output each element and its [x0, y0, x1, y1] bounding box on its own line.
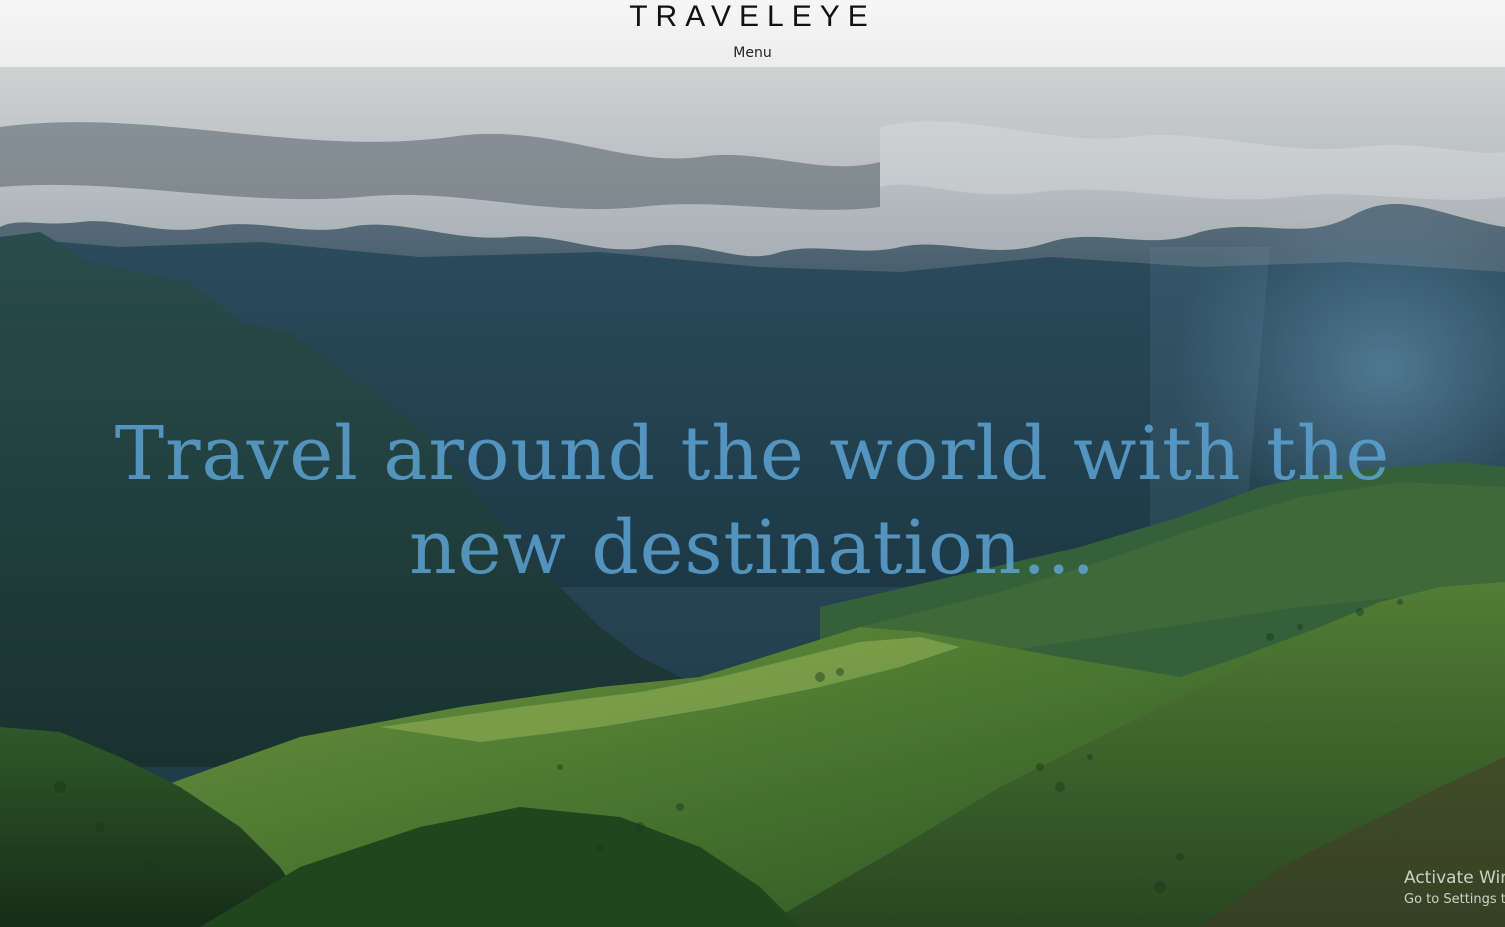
windows-activation-watermark: Activate Windows Go to Settings to activ… [1404, 867, 1505, 911]
brand-logo[interactable]: TRAVELEYE [0, 0, 1505, 34]
menu-link-wrapper: Menu [0, 45, 1505, 61]
menu-button[interactable]: Menu [733, 45, 771, 61]
hero-headline: Travel around the world with the new des… [114, 411, 1391, 591]
page: TRAVELEYE Menu Travel around the world w… [0, 0, 1505, 927]
activation-title: Activate Windows [1404, 868, 1505, 888]
activation-subtitle: Go to Settings to activate Windows. [1404, 892, 1505, 907]
hero-section: Travel around the world with the new des… [0, 67, 1505, 927]
site-header: TRAVELEYE Menu [0, 0, 1505, 67]
